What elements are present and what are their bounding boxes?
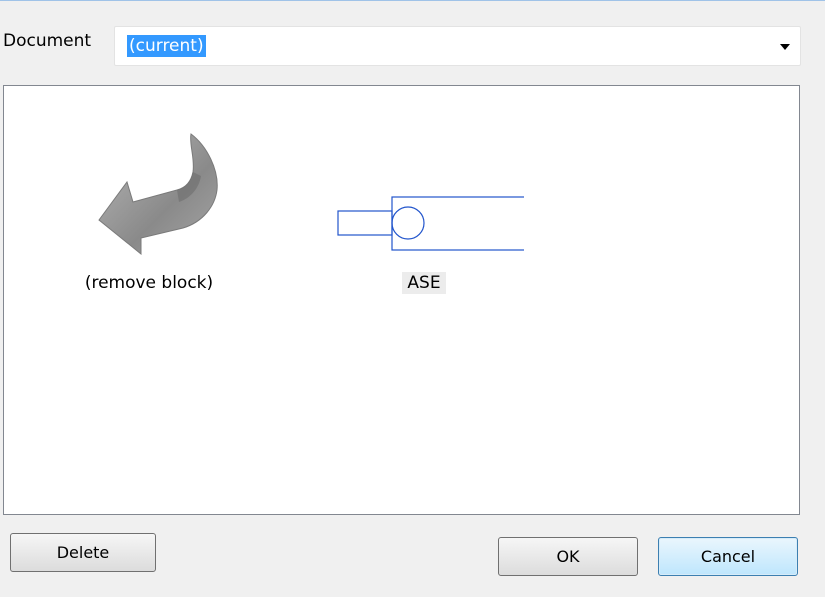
block-gallery: (remove block) ASE [3,85,800,515]
delete-button[interactable]: Delete [10,533,156,572]
cancel-button[interactable]: Cancel [658,537,798,576]
gallery-item-remove-block[interactable]: (remove block) [64,126,234,294]
ase-block-thumbnail [337,196,524,251]
chevron-down-icon[interactable] [780,44,790,50]
block-picker-dialog: Document (current) (remove block) ASE De… [0,0,825,597]
gallery-item-ase[interactable]: ASE [304,126,544,294]
document-dropdown[interactable]: (current) [114,26,801,66]
document-dropdown-value: (current) [127,35,206,57]
document-label: Document [3,31,92,51]
gallery-item-label: ASE [402,272,446,294]
remove-block-arrow-icon [98,133,218,256]
ok-button[interactable]: OK [498,537,638,576]
gallery-item-label: (remove block) [84,273,214,293]
